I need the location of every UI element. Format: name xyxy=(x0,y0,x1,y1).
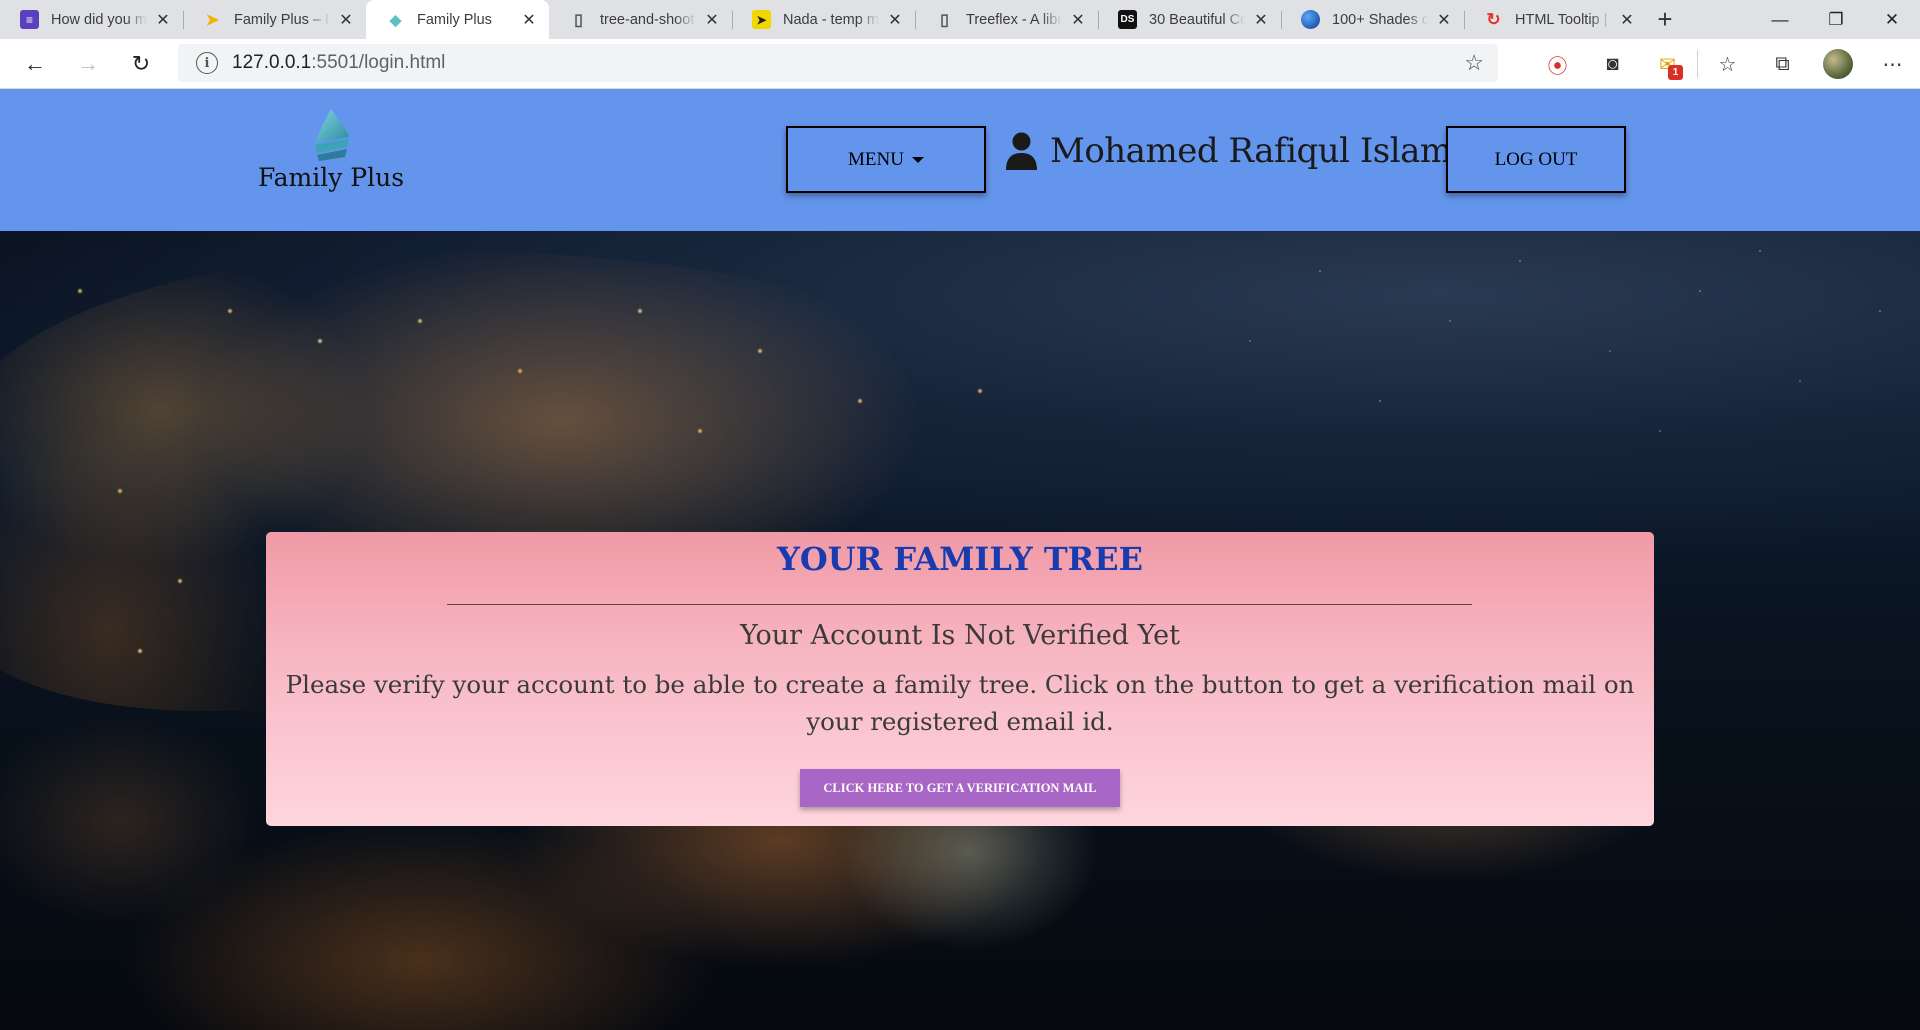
ds-icon: DS xyxy=(1118,10,1137,29)
url-host: 127.0.0.1 xyxy=(232,52,312,73)
window-controls: — ❐ ✕ xyxy=(1752,0,1920,39)
browser-tab[interactable]: ➤ Nada - temp m ✕ xyxy=(732,0,915,39)
page-icon: ▯ xyxy=(574,11,583,29)
close-icon[interactable]: ✕ xyxy=(1617,10,1637,30)
send-verification-mail-button[interactable]: CLICK HERE TO GET A VERIFICATION MAIL xyxy=(800,769,1120,807)
card-title: YOUR FAMILY TREE xyxy=(776,540,1144,578)
verification-card: YOUR FAMILY TREE Your Account Is Not Ver… xyxy=(266,532,1654,826)
card-subtitle: Your Account Is Not Verified Yet xyxy=(740,620,1180,651)
menu-dropdown-button[interactable]: MENU xyxy=(786,126,986,193)
tab-title: HTML Tooltip | xyxy=(1515,11,1608,28)
close-icon[interactable]: ✕ xyxy=(1251,10,1271,30)
browser-tab[interactable]: ↻ HTML Tooltip | ✕ xyxy=(1464,0,1647,39)
web-page: Family Plus MENU Mohamed Rafiqul Islam L… xyxy=(0,89,1920,1030)
close-icon[interactable]: ✕ xyxy=(885,10,905,30)
tab-title: Family Plus – Fi xyxy=(234,11,330,28)
browser-tab[interactable]: ≡ How did you m ✕ xyxy=(0,0,183,39)
browser-toolbar: ← → ↻ i 127.0.0.1:5501/login.html ☆ ⦿ ◙ … xyxy=(0,39,1920,89)
address-bar[interactable]: i 127.0.0.1:5501/login.html ☆ xyxy=(178,44,1498,82)
favorite-star-icon[interactable]: ☆ xyxy=(1464,50,1484,76)
paper-plane-icon: ➤ xyxy=(752,10,771,29)
c-icon: ↻ xyxy=(1486,9,1501,29)
menu-label: MENU xyxy=(848,148,904,170)
toolbar-extensions: ⦿ ◙ ✉ 1 ☆ ⧉ ⋯ xyxy=(1530,39,1920,89)
browser-tab[interactable]: ▯ Treeflex - A libr ✕ xyxy=(915,0,1098,39)
family-plus-favicon: ◆ xyxy=(389,11,402,29)
toolbar-divider xyxy=(1697,50,1698,78)
brand-name: Family Plus xyxy=(257,163,405,192)
forward-arrow-icon[interactable]: → xyxy=(70,46,106,82)
tab-title: 100+ Shades o xyxy=(1332,11,1428,28)
close-icon[interactable]: ✕ xyxy=(336,10,356,30)
new-tab-button[interactable]: + xyxy=(1647,0,1683,39)
browser-tab[interactable]: DS 30 Beautiful Co ✕ xyxy=(1098,0,1281,39)
close-window-icon[interactable]: ✕ xyxy=(1864,0,1920,39)
collections-icon[interactable]: ⧉ xyxy=(1755,39,1810,89)
info-icon[interactable]: i xyxy=(196,52,218,74)
globe-icon xyxy=(1301,10,1320,29)
browser-tab[interactable]: ➤ Family Plus – Fi ✕ xyxy=(183,0,366,39)
divider xyxy=(447,604,1472,605)
user-info: Mohamed Rafiqul Islam xyxy=(1005,131,1452,171)
user-name: Mohamed Rafiqul Islam xyxy=(1050,131,1452,171)
tab-title: Family Plus xyxy=(417,11,492,28)
mail-extension-icon[interactable]: ✉ 1 xyxy=(1640,39,1695,89)
brand[interactable]: Family Plus xyxy=(250,107,412,192)
close-icon[interactable]: ✕ xyxy=(153,10,173,30)
browser-tab-strip: ≡ How did you m ✕ ➤ Family Plus – Fi ✕ ◆… xyxy=(0,0,1920,39)
logout-label: LOG OUT xyxy=(1494,148,1578,170)
close-icon[interactable]: ✕ xyxy=(1434,10,1454,30)
close-icon[interactable]: ✕ xyxy=(702,10,722,30)
incognito-extension-icon[interactable]: ◙ xyxy=(1585,39,1640,89)
url-path: :5501/login.html xyxy=(311,52,446,73)
close-icon[interactable]: ✕ xyxy=(1068,10,1088,30)
screen-capture-icon[interactable]: ⦿ xyxy=(1530,39,1585,89)
favorites-list-icon[interactable]: ☆ xyxy=(1700,39,1755,89)
reload-icon[interactable]: ↻ xyxy=(123,46,159,82)
tab-title: Nada - temp m xyxy=(783,11,879,28)
page-icon: ▯ xyxy=(940,11,949,29)
forms-icon: ≡ xyxy=(20,10,39,29)
user-icon xyxy=(1006,132,1037,170)
tab-title: Treeflex - A libr xyxy=(966,11,1062,28)
family-plus-logo-icon xyxy=(315,109,349,161)
tab-title: tree-and-shoot xyxy=(600,11,695,28)
browser-tab[interactable]: 100+ Shades o ✕ xyxy=(1281,0,1464,39)
browser-tab[interactable]: ▯ tree-and-shoot ✕ xyxy=(549,0,732,39)
tab-title: 30 Beautiful Co xyxy=(1149,11,1245,28)
avatar xyxy=(1822,49,1853,79)
caret-down-icon xyxy=(911,156,924,163)
restore-icon[interactable]: ❐ xyxy=(1808,0,1864,39)
flutter-icon: ➤ xyxy=(205,11,220,29)
tab-title: How did you m xyxy=(51,11,147,28)
site-navbar: Family Plus MENU Mohamed Rafiqul Islam L… xyxy=(0,89,1920,231)
more-options-icon[interactable]: ⋯ xyxy=(1865,39,1920,89)
close-icon[interactable]: ✕ xyxy=(519,10,539,30)
url-text[interactable]: 127.0.0.1:5501/login.html xyxy=(232,52,445,74)
notification-badge: 1 xyxy=(1668,65,1683,80)
back-arrow-icon[interactable]: ← xyxy=(17,46,53,82)
logout-button[interactable]: LOG OUT xyxy=(1446,126,1626,193)
card-message: Please verify your account to be able to… xyxy=(285,670,1635,736)
profile-avatar[interactable] xyxy=(1810,39,1865,89)
browser-tab-active[interactable]: ◆ Family Plus ✕ xyxy=(366,0,549,39)
minimize-icon[interactable]: — xyxy=(1752,0,1808,39)
